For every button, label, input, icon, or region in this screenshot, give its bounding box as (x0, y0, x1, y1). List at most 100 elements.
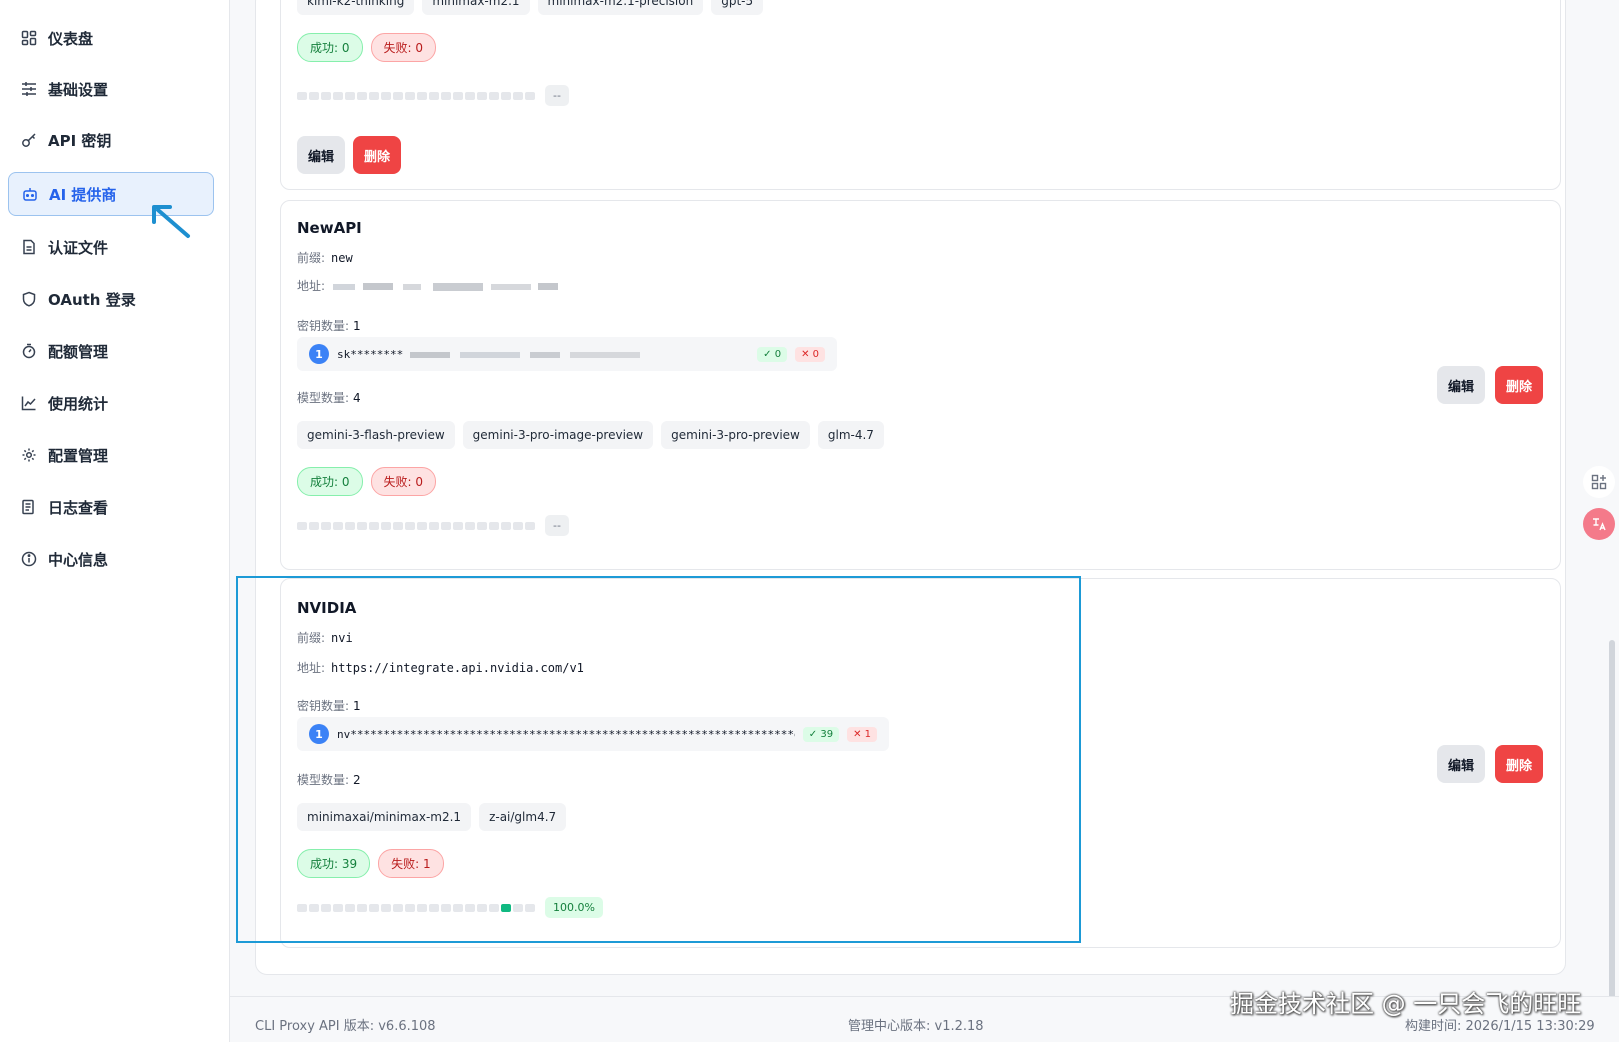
translate-icon[interactable] (1583, 508, 1615, 540)
annotation-highlight-box (236, 576, 1081, 943)
success-badge: 成功: 0 (297, 33, 363, 62)
health-segment (357, 521, 367, 530)
sidebar-item-label: OAuth 登录 (48, 290, 136, 309)
health-segment (393, 91, 403, 100)
key-icon (20, 131, 38, 149)
health-segment (441, 521, 451, 530)
model-count-label: 模型数量: (297, 391, 350, 405)
model-count: 模型数量: 4 (297, 389, 361, 406)
delete-button[interactable]: 删除 (1495, 745, 1543, 783)
cli-version: CLI Proxy API 版本: v6.6.108 (255, 1019, 436, 1034)
file-icon (20, 238, 38, 256)
sidebar: 仪表盘 基础设置 API 密钥 AI 提供商 认证文件 OAuth 登录 配额管… (0, 0, 230, 1042)
redacted-address (332, 282, 558, 291)
provider-card: kimi-k2-thinking minimax-m2.1 minimax-m2… (280, 0, 1561, 190)
health-segment (525, 91, 535, 100)
model-tag: gpt-5 (711, 0, 764, 15)
timer-icon (20, 342, 38, 360)
health-segment (309, 521, 319, 530)
edit-button[interactable]: 编辑 (1437, 745, 1485, 783)
health-segment (525, 521, 535, 530)
success-badge: 成功: 0 (297, 467, 363, 496)
edit-button[interactable]: 编辑 (1437, 366, 1485, 404)
failure-badge: 失败: 0 (370, 33, 436, 62)
sidebar-item-info[interactable]: 中心信息 (8, 537, 214, 581)
sidebar-item-label: AI 提供商 (49, 185, 117, 204)
model-count-value: 4 (353, 391, 361, 405)
key-failure-count: ✕ 0 (795, 346, 825, 362)
api-key-row[interactable]: 1 sk******** ✓ 0 ✕ 0 (297, 337, 837, 371)
provider-prefix: 前缀: new (297, 249, 353, 266)
sidebar-item-label: 认证文件 (48, 238, 109, 257)
health-segment (513, 91, 523, 100)
health-segment (321, 521, 331, 530)
sidebar-item-label: 中心信息 (48, 550, 109, 569)
bot-icon (21, 185, 39, 203)
health-segment (393, 521, 403, 530)
sidebar-item-config[interactable]: 配置管理 (8, 433, 214, 477)
sidebar-item-api-keys[interactable]: API 密钥 (8, 118, 214, 162)
model-tag: gemini-3-flash-preview (297, 421, 455, 449)
sidebar-item-label: 配额管理 (48, 342, 109, 361)
address-label: 地址: (297, 279, 326, 293)
chart-line-icon (20, 394, 38, 412)
sidebar-item-quota[interactable]: 配额管理 (8, 329, 214, 373)
sidebar-item-label: 日志查看 (48, 498, 109, 517)
apps-add-icon[interactable] (1583, 466, 1615, 498)
pointer-arrow-icon (152, 205, 190, 238)
sidebar-item-label: 配置管理 (48, 446, 109, 465)
sidebar-item-logs[interactable]: 日志查看 (8, 485, 214, 529)
sidebar-item-label: 使用统计 (48, 394, 109, 413)
failure-badge: 失败: 0 (370, 467, 436, 496)
key-success-count: ✓ 0 (757, 346, 788, 362)
info-icon (20, 550, 38, 568)
model-tag: kimi-k2-thinking (297, 0, 415, 15)
delete-button[interactable]: 删除 (1495, 366, 1543, 404)
sidebar-item-basic-settings[interactable]: 基础设置 (8, 67, 214, 111)
health-segment (429, 91, 439, 100)
model-tag: gemini-3-pro-preview (661, 421, 810, 449)
dashboard-icon (20, 29, 38, 47)
health-segment (297, 91, 307, 100)
edit-button[interactable]: 编辑 (297, 136, 345, 174)
health-segment (477, 521, 487, 530)
health-segment (369, 521, 379, 530)
stats-row: 成功: 0 失败: 0 (297, 467, 436, 496)
delete-button[interactable]: 删除 (353, 136, 401, 174)
scrollbar[interactable] (1609, 640, 1615, 1040)
health-segment (405, 521, 415, 530)
sidebar-item-dashboard[interactable]: 仪表盘 (8, 16, 214, 60)
health-segment (513, 521, 523, 530)
health-segment (357, 91, 367, 100)
health-segment (333, 521, 343, 530)
model-tag-list: gemini-3-flash-preview gemini-3-pro-imag… (297, 421, 884, 449)
sidebar-item-label: 基础设置 (48, 80, 109, 99)
prefix-value: new (331, 251, 353, 265)
masked-key: sk******** (337, 348, 749, 361)
model-tag-list: kimi-k2-thinking minimax-m2.1 minimax-m2… (297, 0, 764, 15)
scroll-icon (20, 498, 38, 516)
model-tag: glm-4.7 (817, 421, 884, 449)
floating-toolbar (1583, 466, 1619, 550)
app-root: 仪表盘 基础设置 API 密钥 AI 提供商 认证文件 OAuth 登录 配额管… (0, 0, 1619, 1042)
watermark: 掘金技术社区 @ 一只会飞的旺旺 (1230, 990, 1582, 1018)
sidebar-item-usage-stats[interactable]: 使用统计 (8, 381, 214, 425)
sidebar-item-oauth-login[interactable]: OAuth 登录 (8, 277, 214, 321)
health-segment (465, 91, 475, 100)
health-segment (465, 521, 475, 530)
stats-row: 成功: 0 失败: 0 (297, 33, 436, 62)
key-index-badge: 1 (309, 344, 329, 364)
health-segment (321, 91, 331, 100)
prefix-label: 前缀: (297, 251, 326, 265)
key-count-label: 密钥数量: (297, 319, 350, 333)
redacted-key (409, 351, 640, 358)
success-rate: -- (545, 515, 569, 536)
model-tag: minimax-m2.1 (422, 0, 530, 15)
gear-icon (20, 446, 38, 464)
health-segment (297, 521, 307, 530)
health-segment (477, 91, 487, 100)
health-segment (309, 91, 319, 100)
health-segment (489, 91, 499, 100)
health-segment (381, 91, 391, 100)
health-segment (429, 521, 439, 530)
